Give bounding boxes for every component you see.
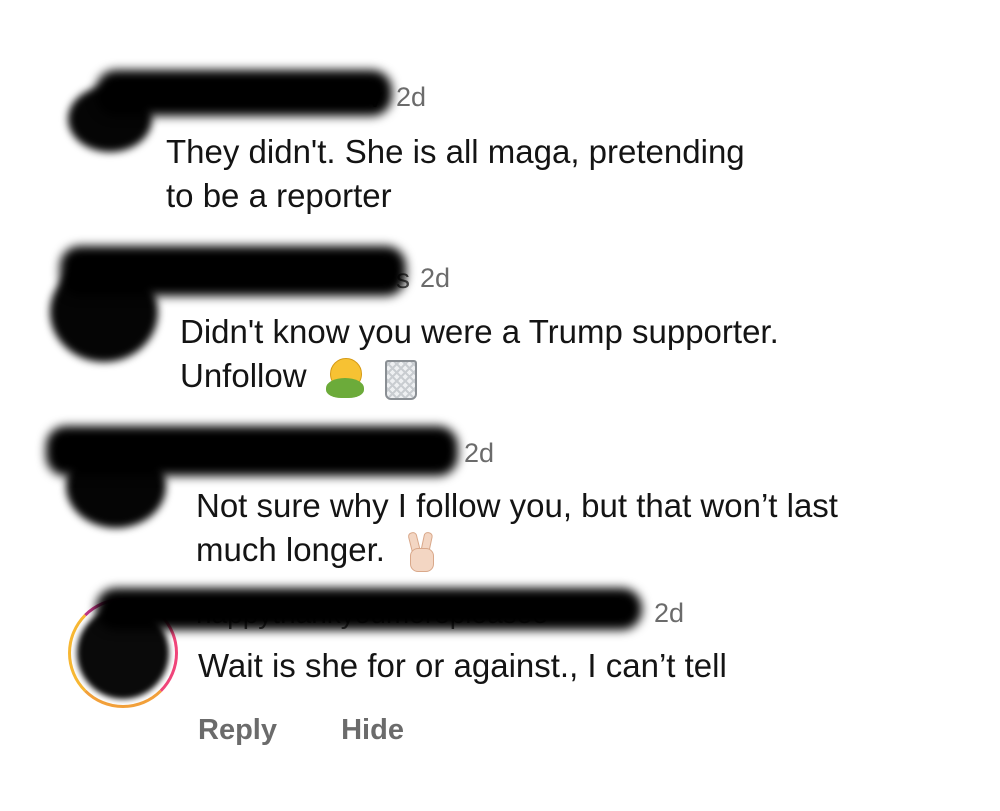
face-vomiting-icon xyxy=(325,358,364,399)
comment-text-line: Didn't know you were a Trump supporter. xyxy=(180,313,779,350)
comment-text: Wait is she for or against., I can’t tel… xyxy=(198,644,727,688)
comment-actions: Reply Hide xyxy=(198,714,404,747)
comment-text-line: They didn't. She is all maga, pretending xyxy=(166,133,745,170)
comment-timestamp: 2d xyxy=(420,263,451,293)
comment-text-line: to be a reporter xyxy=(166,177,392,214)
comment-timestamp: 2d xyxy=(464,438,495,468)
wastebasket-icon xyxy=(383,358,417,401)
comment-text-line: Not sure why I follow you, but that won’… xyxy=(196,487,838,524)
username-redaction xyxy=(60,246,406,296)
username-redaction xyxy=(46,426,458,476)
hide-button[interactable]: Hide xyxy=(341,714,404,746)
comment-timestamp: 2d xyxy=(654,598,685,628)
comment-text: Didn't know you were a Trump supporter. … xyxy=(180,310,779,401)
comment-text: Not sure why I follow you, but that won’… xyxy=(196,484,838,573)
like-heart-icon[interactable] xyxy=(930,146,952,152)
comment-text-line-with-emoji: much longer. xyxy=(196,528,838,573)
comment-text-line: Unfollow xyxy=(180,357,307,394)
reply-button[interactable]: Reply xyxy=(198,714,277,746)
comment-text: They didn't. She is all maga, pretending… xyxy=(166,130,745,218)
username-redaction xyxy=(96,70,392,116)
comment-timestamp: 2d xyxy=(396,82,427,112)
comment-text-line: Wait is she for or against., I can’t tel… xyxy=(198,647,727,684)
comment-text-line: much longer. xyxy=(196,531,385,568)
comment-text-line-with-emoji: Unfollow xyxy=(180,354,779,401)
victory-hand-icon xyxy=(404,531,438,573)
username-redaction xyxy=(96,588,642,630)
